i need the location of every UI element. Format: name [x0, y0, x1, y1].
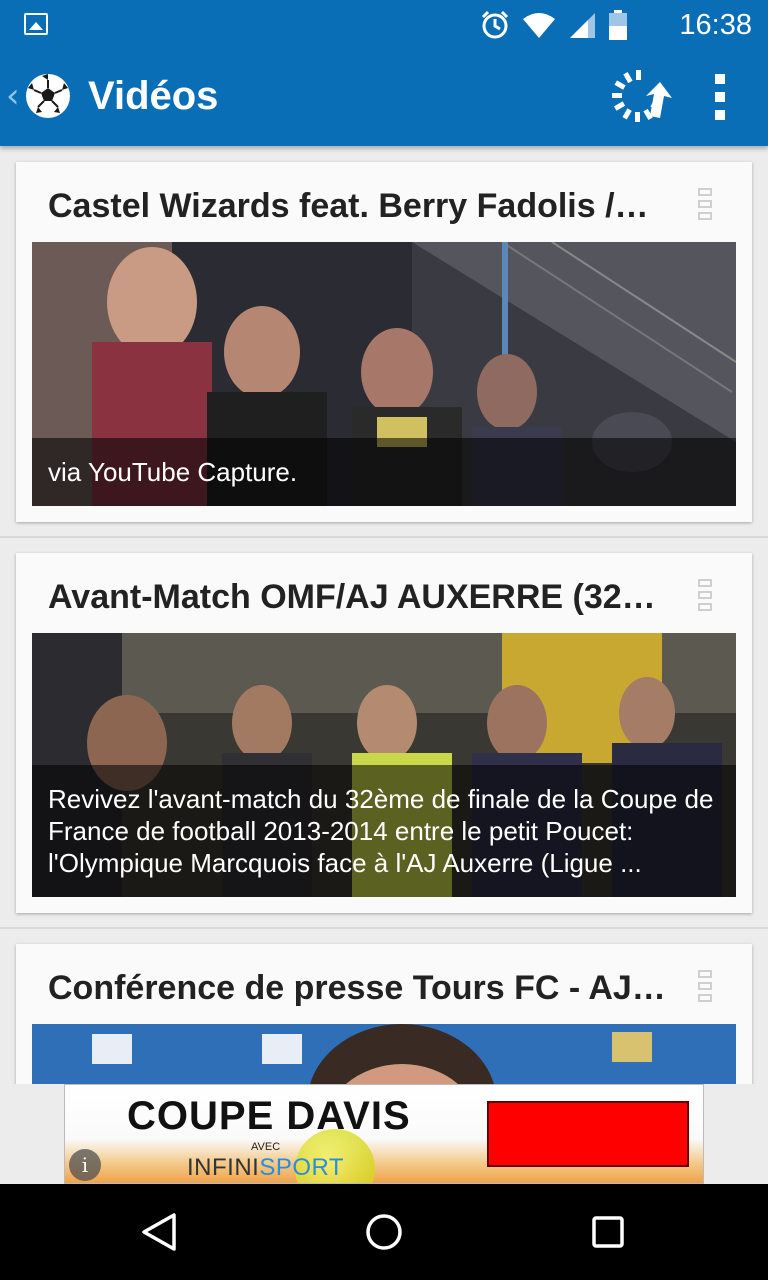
ad-red-box[interactable] [487, 1101, 689, 1167]
card-menu-icon[interactable] [698, 188, 714, 220]
screen: 16:38 ‹ Vidéos Castel Wizards feat. Berr… [0, 0, 768, 1280]
alarm-icon [481, 10, 509, 39]
video-card[interactable]: Avant-Match OMF/AJ AUXERRE (32… Revivez … [16, 553, 752, 913]
ad-brand-part1: INFINI [187, 1154, 260, 1181]
signal-icon [570, 13, 595, 38]
ad-headline: COUPE DAVIS [127, 1094, 411, 1138]
status-bar: 16:38 [0, 0, 768, 50]
back-triangle-icon[interactable] [136, 1208, 184, 1256]
navigation-bar [0, 1184, 768, 1280]
ad-brand: INFINISPORT [187, 1155, 344, 1181]
card-menu-icon[interactable] [698, 970, 714, 1002]
home-circle-icon[interactable] [360, 1208, 408, 1256]
wifi-icon [523, 13, 555, 38]
video-caption: via YouTube Capture. [32, 438, 736, 506]
app-bar: ‹ Vidéos [0, 50, 768, 146]
ad-brand-part2: SPORT [259, 1154, 345, 1181]
soccer-ball-icon[interactable] [24, 72, 72, 120]
card-menu-icon[interactable] [698, 579, 714, 611]
divider [0, 536, 768, 538]
image-icon [24, 13, 48, 35]
ad-avec: AVEC [251, 1141, 281, 1153]
ad-area: COUPE DAVIS AVEC INFINISPORT i [0, 1084, 768, 1184]
video-title[interactable]: Avant-Match OMF/AJ AUXERRE (32… [48, 577, 668, 617]
back-chevron-icon[interactable]: ‹ [6, 76, 20, 116]
video-thumbnail[interactable] [32, 1024, 736, 1084]
refresh-icon[interactable] [610, 68, 674, 124]
battery-icon [609, 10, 627, 40]
status-icons [480, 10, 628, 40]
video-title[interactable]: Conférence de presse Tours FC - AJ… [48, 968, 668, 1008]
video-title[interactable]: Castel Wizards feat. Berry Fadolis /… [48, 186, 668, 226]
info-icon[interactable]: i [69, 1149, 101, 1181]
video-caption: Revivez l'avant-match du 32ème de finale… [32, 765, 736, 897]
video-thumbnail[interactable]: via YouTube Capture. [32, 242, 736, 506]
status-time: 16:38 [679, 9, 752, 41]
ad-banner[interactable]: COUPE DAVIS AVEC INFINISPORT i [64, 1084, 704, 1184]
page-title: Vidéos [88, 74, 219, 118]
recents-square-icon[interactable] [584, 1208, 632, 1256]
divider [0, 927, 768, 929]
video-card[interactable]: Castel Wizards feat. Berry Fadolis /… vi… [16, 162, 752, 522]
video-feed[interactable]: Castel Wizards feat. Berry Fadolis /… vi… [0, 146, 768, 1084]
overflow-menu-icon[interactable] [700, 72, 740, 122]
video-card[interactable]: Conférence de presse Tours FC - AJ… [16, 944, 752, 1084]
video-thumbnail[interactable]: Revivez l'avant-match du 32ème de finale… [32, 633, 736, 897]
